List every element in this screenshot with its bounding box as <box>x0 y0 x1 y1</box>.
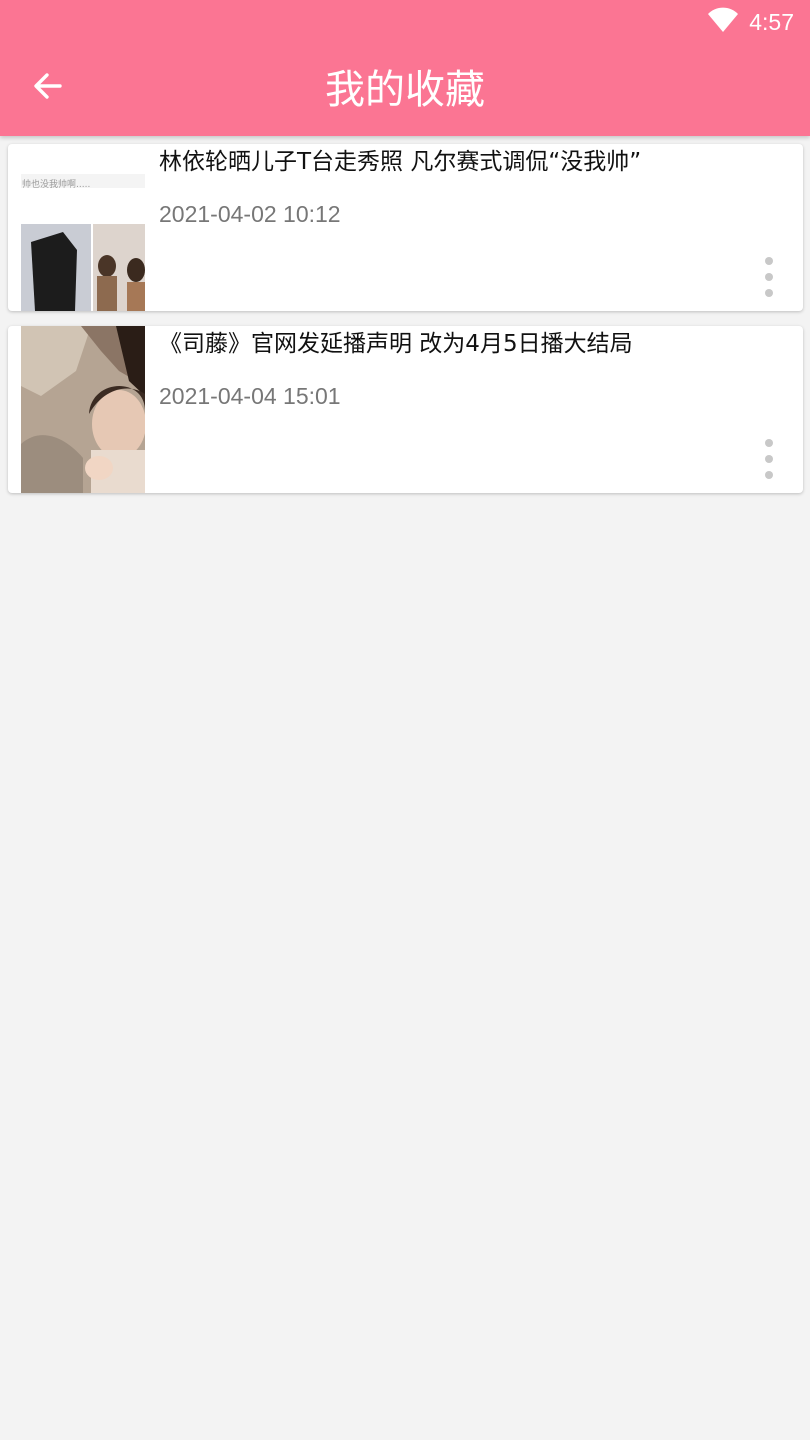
status-time: 4:57 <box>749 8 794 35</box>
news-thumbnail: 帅也没我帅啊..... <box>21 144 145 311</box>
status-bar: 4:57 <box>707 6 794 38</box>
news-title: 林依轮晒儿子T台走秀照 凡尔赛式调侃“没我帅” <box>159 149 642 175</box>
app-bar: 4:57 我的收藏 <box>0 0 810 136</box>
more-options-button[interactable] <box>757 437 781 481</box>
more-options-button[interactable] <box>757 255 781 299</box>
favorites-list: 帅也没我帅啊..... 林依轮晒儿子T台走秀照 凡尔赛式调侃“没我帅” 2021… <box>8 144 803 508</box>
list-item[interactable]: 帅也没我帅啊..... 林依轮晒儿子T台走秀照 凡尔赛式调侃“没我帅” 2021… <box>8 144 803 311</box>
wifi-icon <box>707 7 739 37</box>
page-title: 我的收藏 <box>325 67 485 113</box>
thumbnail-caption: 帅也没我帅啊..... <box>22 180 91 190</box>
news-time: 2021-04-02 10:12 <box>159 201 341 227</box>
news-time: 2021-04-04 15:01 <box>159 383 341 409</box>
news-thumbnail <box>21 326 145 493</box>
news-title: 《司藤》官网发延播声明 改为4月5日播大结局 <box>159 331 633 357</box>
list-item[interactable]: 《司藤》官网发延播声明 改为4月5日播大结局 2021-04-04 15:01 <box>8 326 803 493</box>
